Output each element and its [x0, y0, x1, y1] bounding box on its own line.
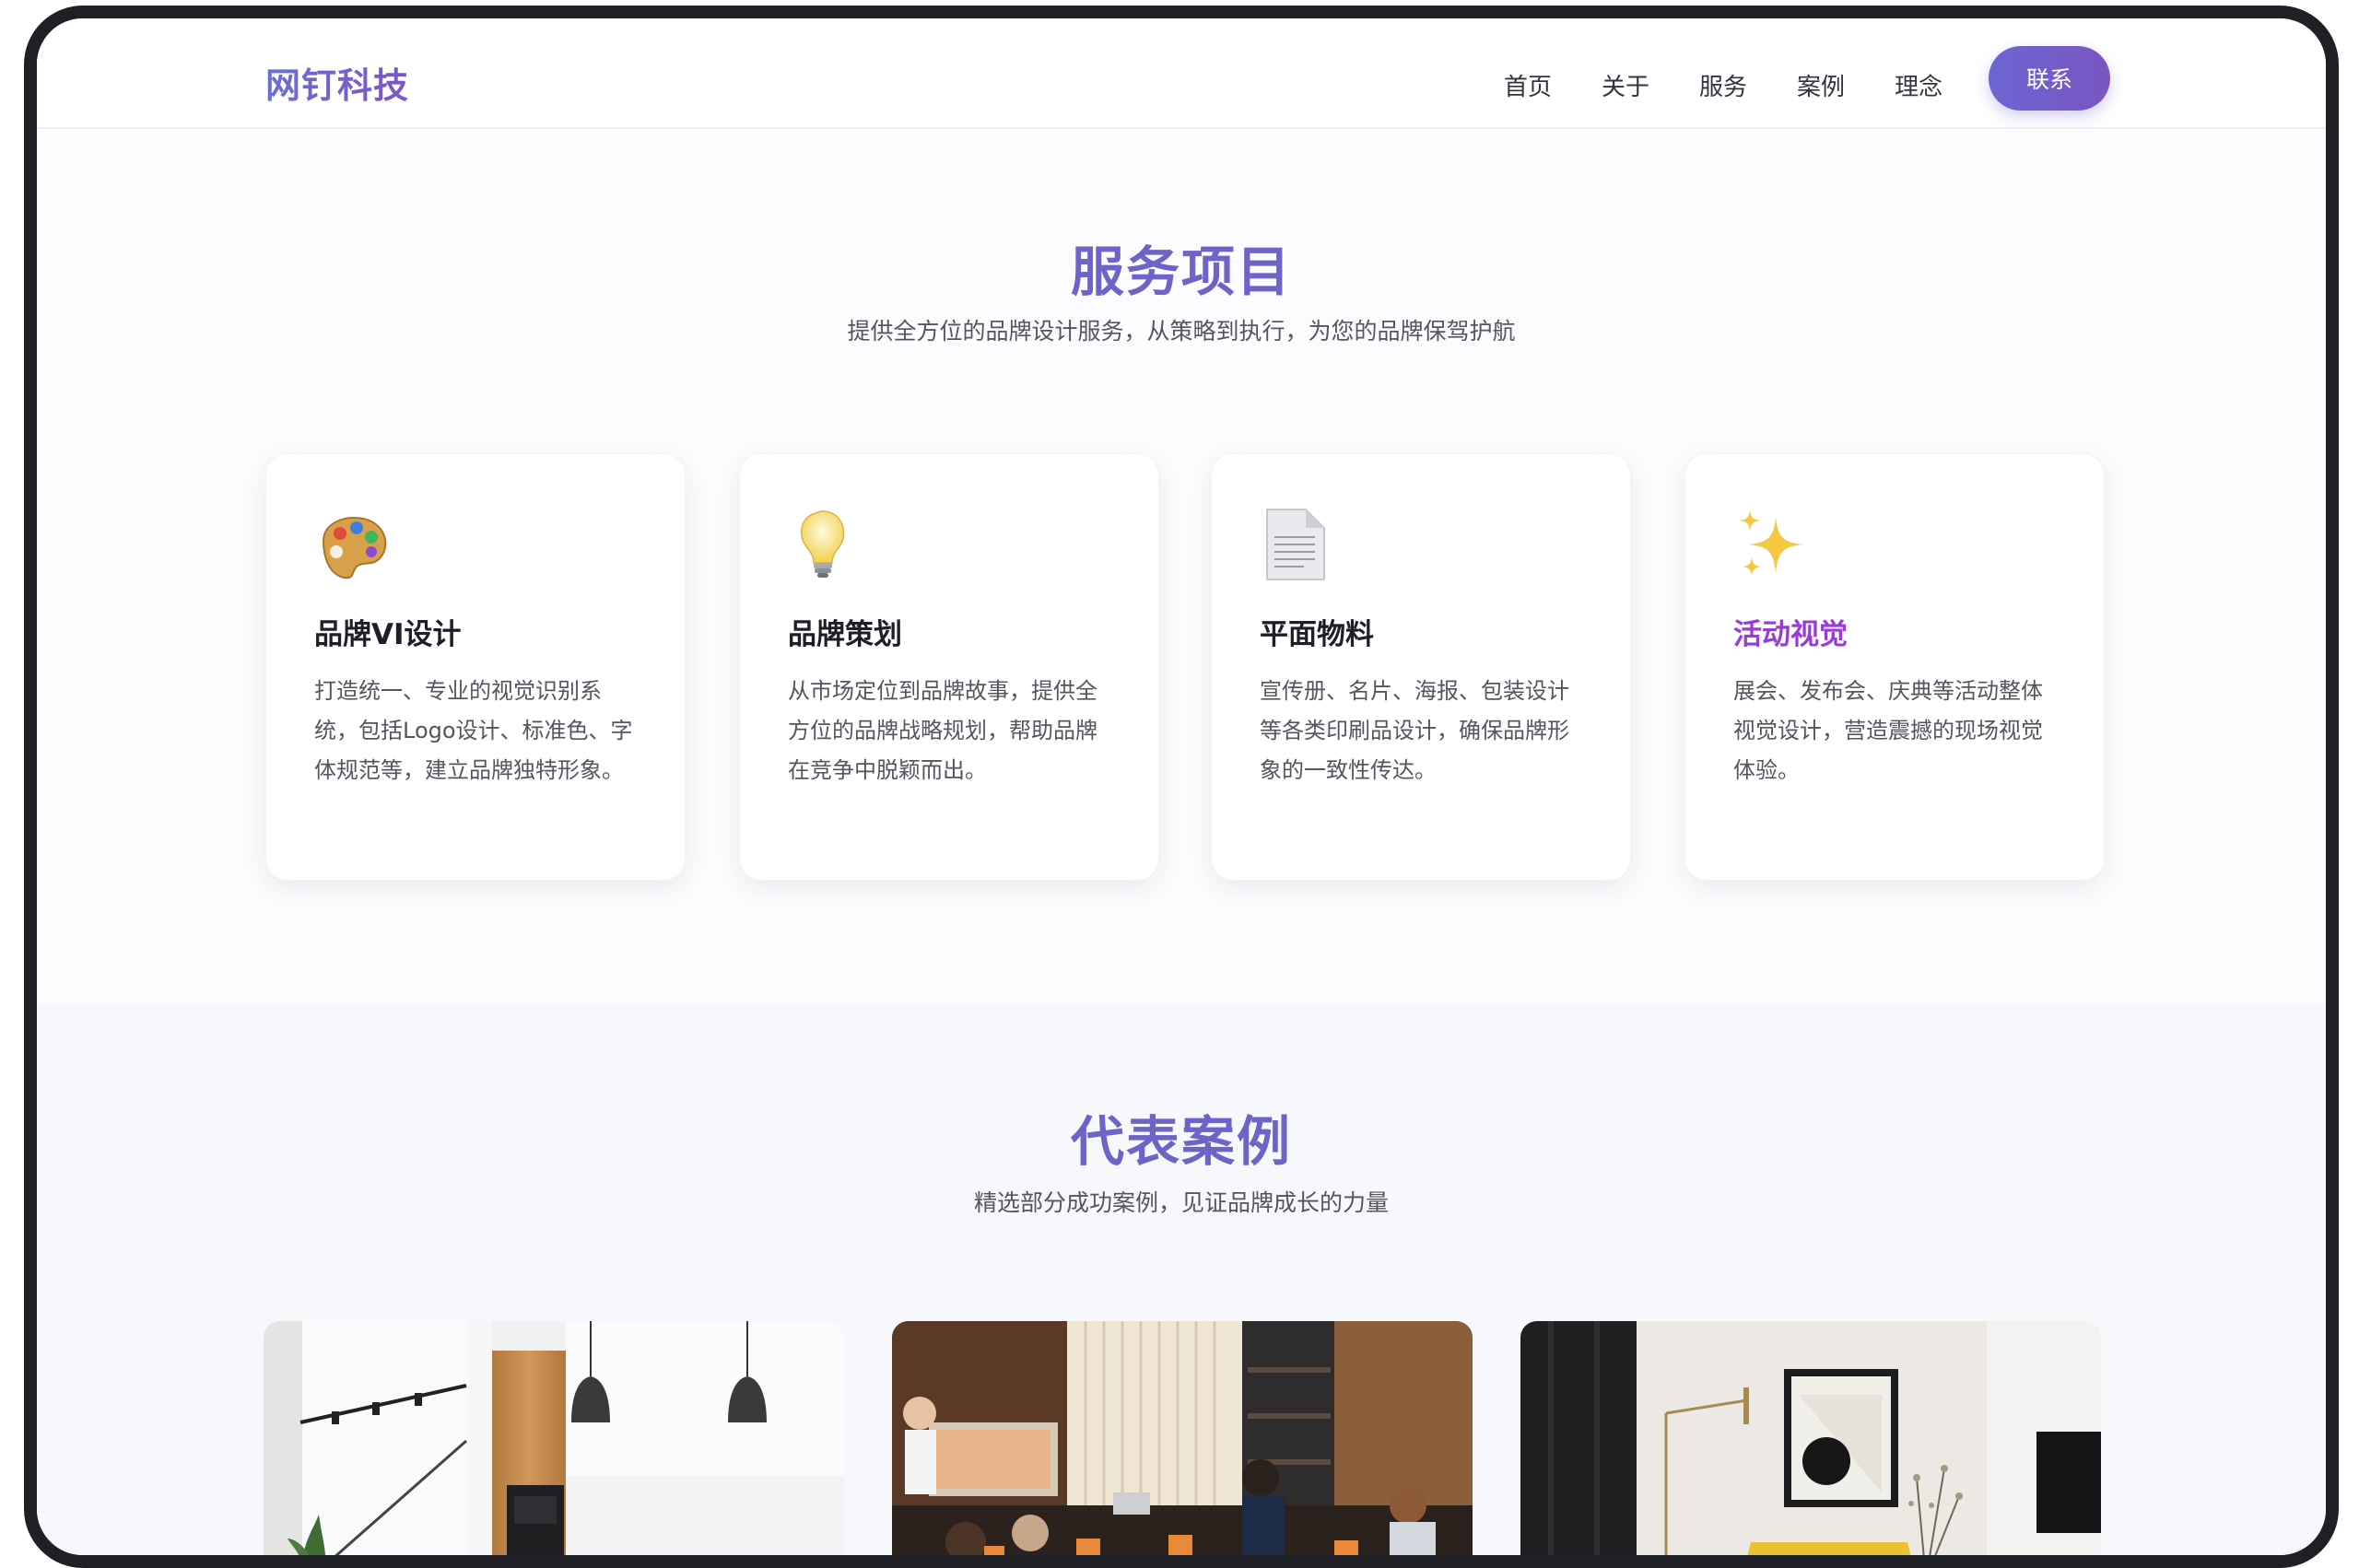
service-card-title: 品牌策划: [788, 618, 902, 651]
meeting-room-photo: [892, 1321, 1473, 1555]
kitchen-interior-photo: [264, 1321, 844, 1555]
nav-item-services[interactable]: 服务: [1699, 68, 1747, 102]
contact-button[interactable]: 联系: [1989, 46, 2110, 111]
service-card-title: 平面物料: [1260, 618, 1374, 651]
service-card-text: 展会、发布会、庆典等活动整体视觉设计，营造震撼的现场视觉体验。: [1733, 678, 2043, 783]
service-card-title: 活动视觉: [1733, 618, 1848, 651]
brand-logo[interactable]: 网钉科技: [265, 57, 409, 108]
nav-item-cases[interactable]: 案例: [1797, 68, 1845, 102]
service-card-vi[interactable]: 品牌VI设计 打造统一、专业的视觉识别系统，包括Logo设计、标准色、字体规范等…: [265, 453, 686, 881]
nav-item-philosophy[interactable]: 理念: [1895, 68, 1942, 102]
service-card-event[interactable]: 活动视觉 展会、发布会、庆典等活动整体视觉设计，营造震撼的现场视觉体验。: [1684, 453, 2105, 881]
device-frame: 网钉科技 首页 关于 服务 案例 理念 联系 服务项目 提供全方位的品牌设计服务…: [24, 6, 2339, 1568]
document-icon: [1266, 509, 1325, 580]
lightbulb-icon: [800, 510, 845, 578]
nav-item-about[interactable]: 关于: [1602, 68, 1649, 102]
cases-title: 代表案例: [1070, 1110, 1292, 1173]
service-card-strategy[interactable]: 品牌策划 从市场定位到品牌故事，提供全方位的品牌战略规划，帮助品牌在竞争中脱颖而…: [739, 453, 1159, 881]
service-card-print[interactable]: 平面物料 宣传册、名片、海报、包装设计等各类印刷品设计，确保品牌形象的一致性传达…: [1211, 453, 1631, 881]
page: 网钉科技 首页 关于 服务 案例 理念 联系 服务项目 提供全方位的品牌设计服务…: [37, 18, 2326, 1555]
cases-section: 代表案例 精选部分成功案例，见证品牌成长的力量: [37, 1004, 2326, 1555]
nav-links: 首页 关于 服务 案例 理念: [1504, 52, 1992, 118]
nav-item-home[interactable]: 首页: [1504, 68, 1552, 102]
living-room-interior-photo: [1520, 1321, 2101, 1555]
case-image-living-room[interactable]: [1520, 1321, 2101, 1555]
case-image-meeting[interactable]: [892, 1321, 1473, 1555]
service-card-text: 宣传册、名片、海报、包装设计等各类印刷品设计，确保品牌形象的一致性传达。: [1260, 678, 1569, 783]
services-subtitle: 提供全方位的品牌设计服务，从策略到执行，为您的品牌保驾护航: [847, 318, 1516, 345]
case-image-kitchen[interactable]: [264, 1321, 844, 1555]
palette-icon: [322, 517, 387, 579]
sparkles-icon: [1739, 509, 1803, 576]
cases-subtitle: 精选部分成功案例，见证品牌成长的力量: [973, 1189, 1389, 1216]
top-nav: 网钉科技 首页 关于 服务 案例 理念 联系: [37, 18, 2326, 129]
service-card-text: 打造统一、专业的视觉识别系统，包括Logo设计、标准色、字体规范等，建立品牌独特…: [314, 678, 633, 783]
services-title: 服务项目: [1070, 240, 1292, 303]
service-card-text: 从市场定位到品牌故事，提供全方位的品牌战略规划，帮助品牌在竞争中脱颖而出。: [788, 678, 1097, 783]
services-section: 服务项目 提供全方位的品牌设计服务，从策略到执行，为您的品牌保驾护航 品牌VI设…: [37, 129, 2326, 1004]
service-card-title: 品牌VI设计: [314, 618, 462, 651]
